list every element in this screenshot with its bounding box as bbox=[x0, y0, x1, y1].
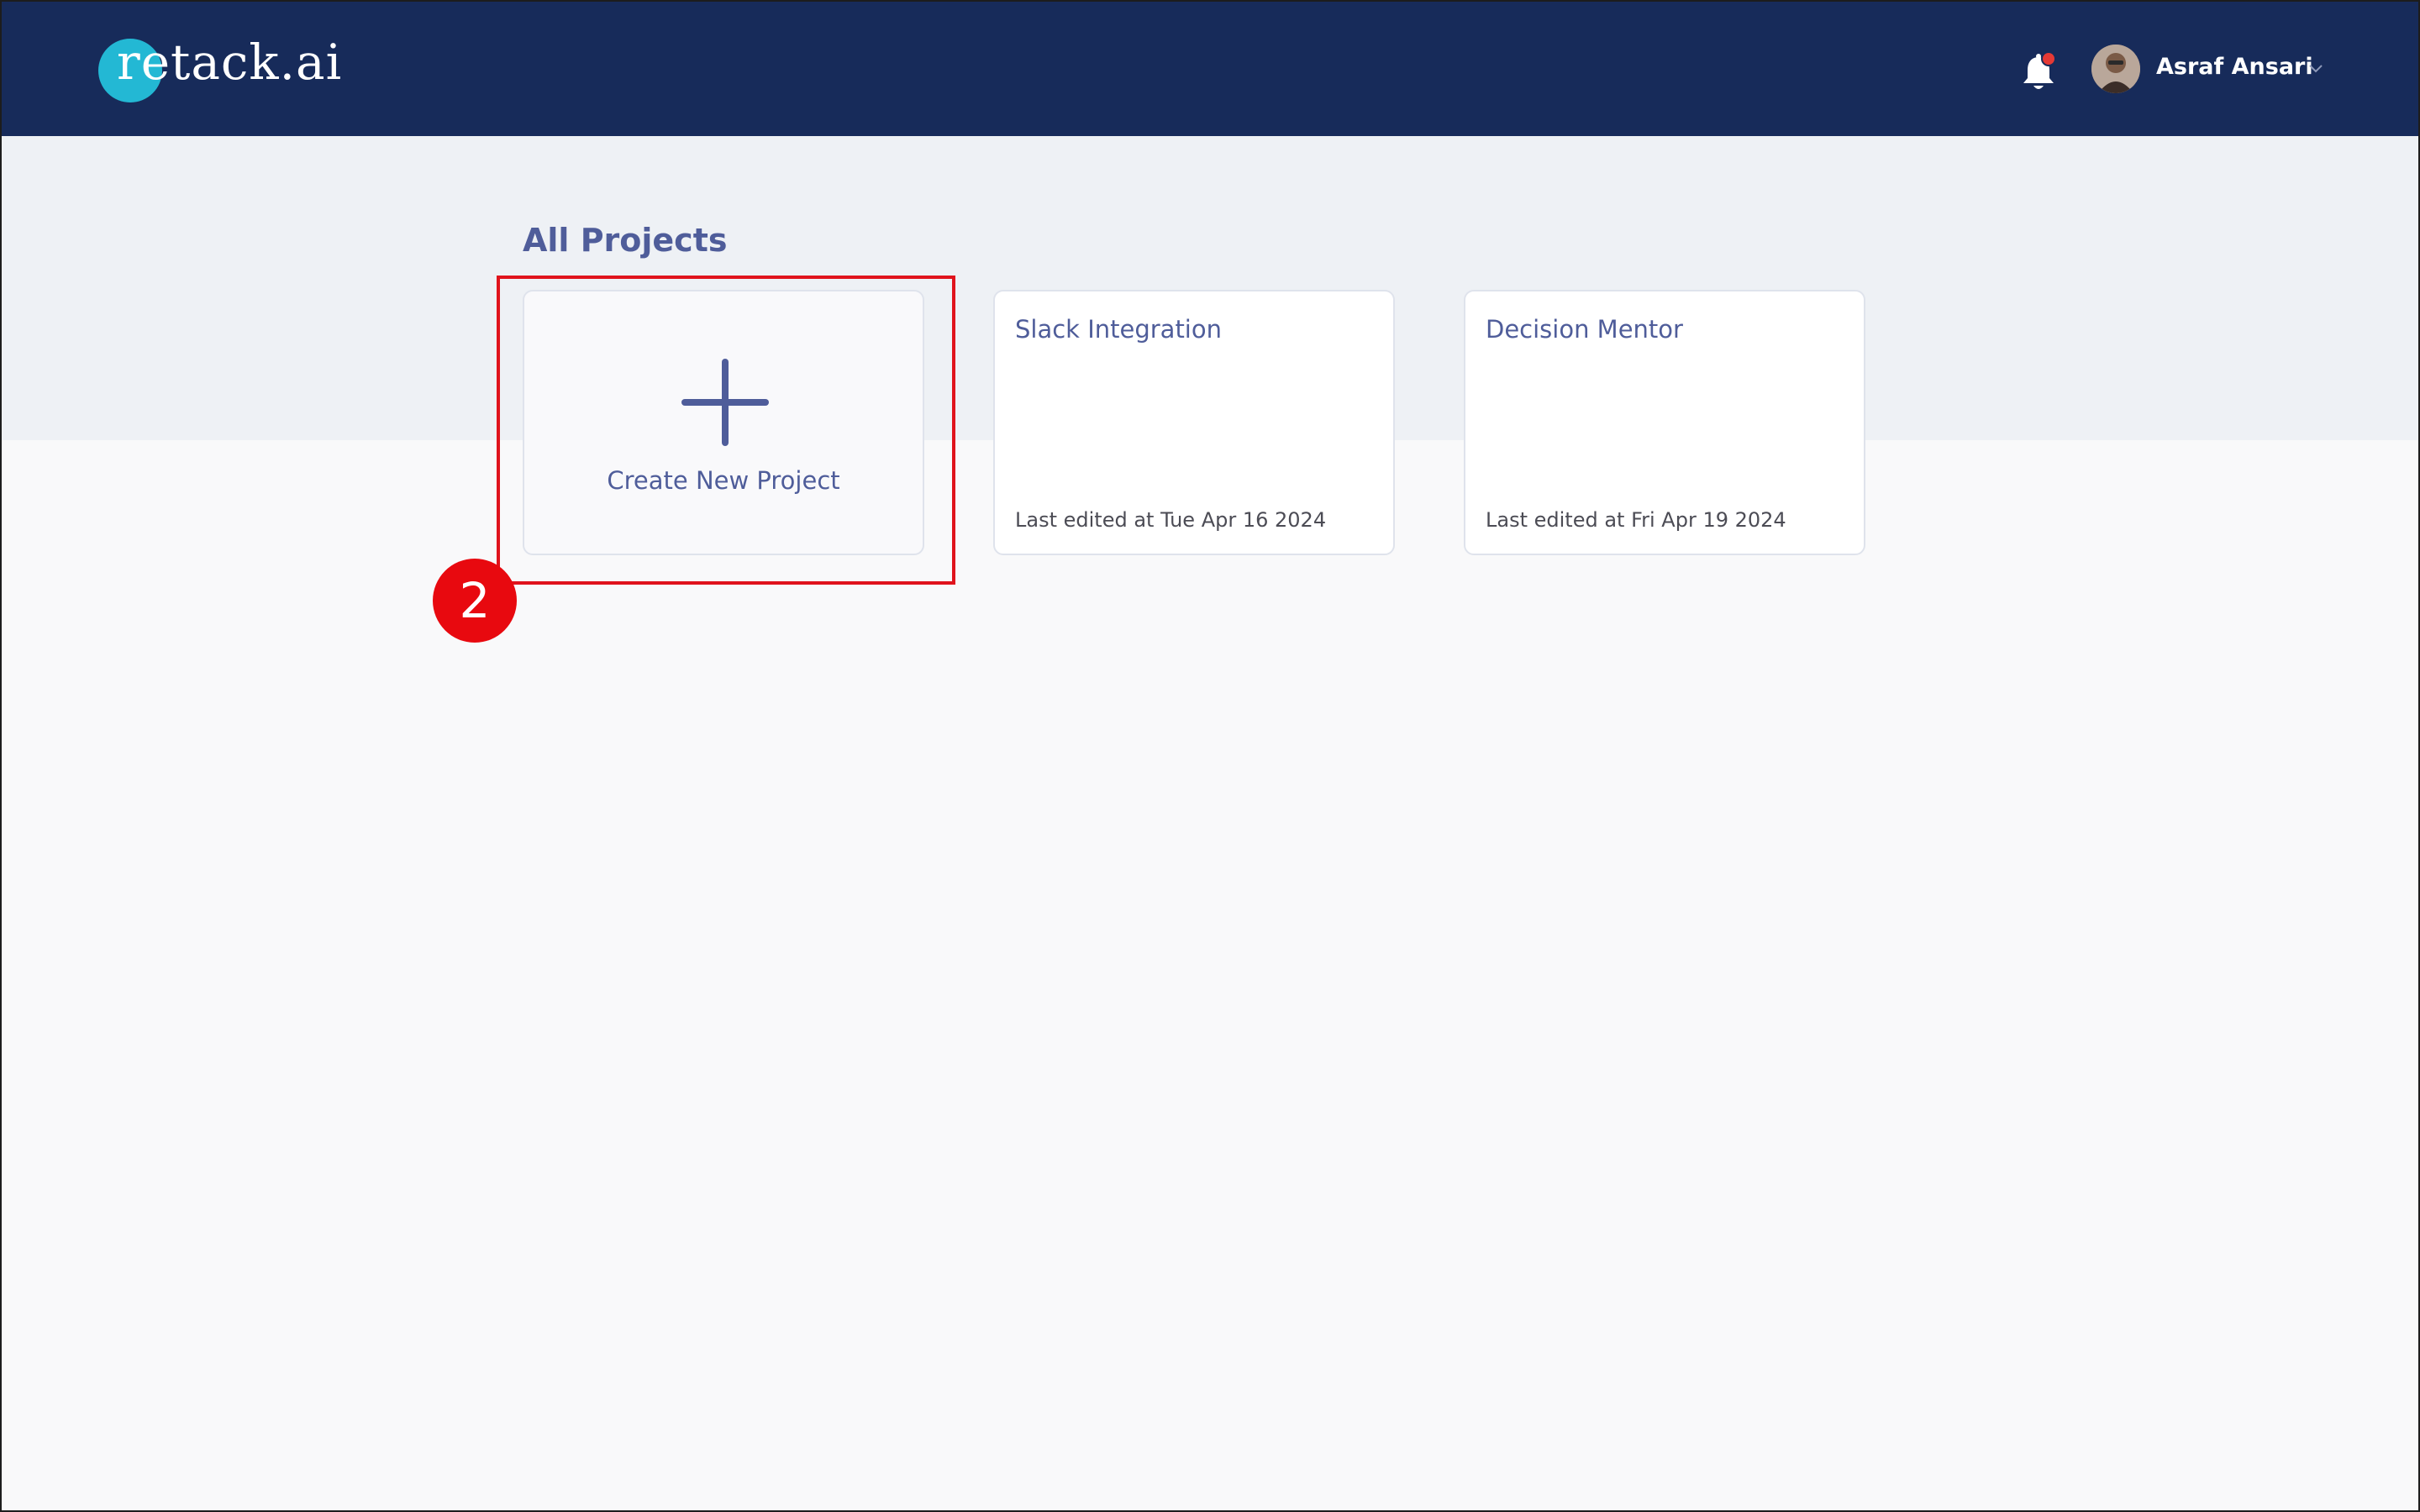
project-title: Slack Integration bbox=[1015, 315, 1222, 344]
retack-logo[interactable]: retack.ai bbox=[98, 34, 341, 102]
notification-bell-icon[interactable] bbox=[2020, 50, 2059, 94]
top-navigation-bar: retack.ai Asraf Ansari bbox=[2, 2, 2418, 136]
step-highlight-box bbox=[497, 276, 955, 585]
logo-text: retack.ai bbox=[117, 34, 343, 91]
chevron-down-icon[interactable] bbox=[2306, 60, 2326, 77]
user-name[interactable]: Asraf Ansari bbox=[2156, 54, 2313, 80]
project-title: Decision Mentor bbox=[1486, 315, 1683, 344]
page-title: All Projects bbox=[523, 222, 728, 259]
project-last-edited: Last edited at Fri Apr 19 2024 bbox=[1486, 508, 1786, 532]
step-number-badge: 2 bbox=[433, 559, 517, 643]
user-avatar[interactable] bbox=[2091, 45, 2140, 93]
project-card-slack-integration[interactable]: Slack Integration Last edited at Tue Apr… bbox=[993, 290, 1395, 555]
project-card-decision-mentor[interactable]: Decision Mentor Last edited at Fri Apr 1… bbox=[1464, 290, 1865, 555]
project-last-edited: Last edited at Tue Apr 16 2024 bbox=[1015, 508, 1327, 532]
